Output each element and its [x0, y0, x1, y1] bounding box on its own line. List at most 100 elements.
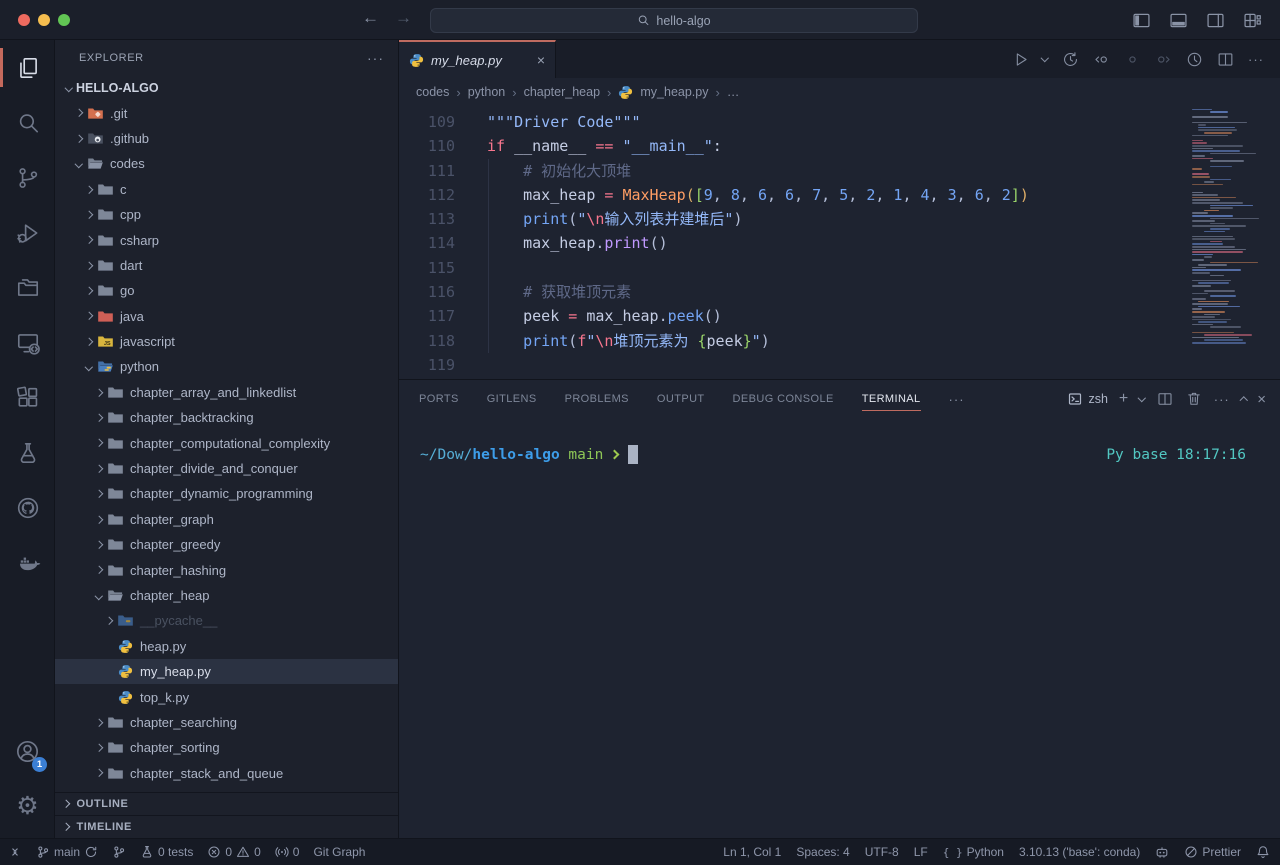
code-line-115[interactable]: 115	[399, 256, 1280, 280]
breadcrumb-item[interactable]: …	[727, 85, 740, 99]
statusbar-remote-indicator[interactable]	[8, 845, 22, 859]
tree-item-javascript[interactable]: JSjavascript	[55, 329, 398, 354]
activity-search-icon[interactable]	[0, 95, 55, 150]
tree-item-chapter-graph[interactable]: chapter_graph	[55, 507, 398, 532]
statusbar-eol[interactable]: LF	[914, 845, 928, 859]
close-window-button[interactable]	[18, 14, 30, 26]
chevron-right-icon[interactable]	[81, 339, 96, 345]
kill-terminal-icon[interactable]	[1185, 390, 1203, 408]
tree-item-heap-py[interactable]: heap.py	[55, 634, 398, 659]
tree-item-top-k-py[interactable]: top_k.py	[55, 684, 398, 709]
layout-sidebar-left-icon[interactable]	[1129, 8, 1153, 32]
chevron-right-icon[interactable]	[91, 567, 106, 573]
tree-item-dart[interactable]: dart	[55, 253, 398, 278]
terminal-shell-selector[interactable]: zsh	[1067, 391, 1107, 407]
chevron-right-icon[interactable]	[81, 288, 96, 294]
split-editor-icon[interactable]	[1213, 47, 1237, 71]
activity-docker-icon[interactable]	[0, 535, 55, 590]
minimize-window-button[interactable]	[38, 14, 50, 26]
chevron-right-icon[interactable]	[71, 110, 86, 116]
panel-tab-terminal[interactable]: TERMINAL	[862, 380, 921, 418]
tree-item-java[interactable]: java	[55, 304, 398, 329]
more-actions-icon[interactable]: ···	[1214, 392, 1230, 407]
close-panel-icon[interactable]: ×	[1257, 392, 1266, 407]
tree-item-chapter-sorting[interactable]: chapter_sorting	[55, 735, 398, 760]
tree-item-c[interactable]: c	[55, 177, 398, 202]
chevron-right-icon[interactable]	[91, 720, 106, 726]
tree-item-go[interactable]: go	[55, 278, 398, 303]
maximize-panel-icon[interactable]	[1241, 395, 1247, 404]
chevron-right-icon[interactable]	[101, 618, 116, 624]
breadcrumb-item[interactable]: my_heap.py	[640, 85, 708, 99]
tree-item-chapter-hashing[interactable]: chapter_hashing	[55, 557, 398, 582]
statusbar-prettier[interactable]: Prettier	[1184, 845, 1241, 859]
layout-panel-icon[interactable]	[1166, 8, 1190, 32]
tree-item-cpp[interactable]: cpp	[55, 202, 398, 227]
code-line-116[interactable]: 116 # 获取堆顶元素	[399, 280, 1280, 304]
tree-item--git[interactable]: .git	[55, 100, 398, 125]
code-line-118[interactable]: 118 print(f"\n堆顶元素为 {peek}")	[399, 329, 1280, 353]
statusbar-copilot[interactable]	[1155, 845, 1169, 859]
statusbar-git-graph-button[interactable]	[112, 845, 126, 859]
statusbar-python-interpreter[interactable]: 3.10.13 ('base': conda)	[1019, 845, 1140, 859]
chevron-down-icon[interactable]	[91, 593, 106, 599]
chevron-right-icon[interactable]	[91, 390, 106, 396]
statusbar-problems-status[interactable]: 00	[207, 845, 260, 859]
statusbar-ports-status[interactable]: 0	[275, 845, 300, 859]
tree-item-python[interactable]: python	[55, 354, 398, 379]
chevron-right-icon[interactable]	[91, 491, 106, 497]
activity-folders-icon[interactable]	[0, 260, 55, 315]
settings-button[interactable]: ⚙	[0, 779, 55, 834]
chevron-right-icon[interactable]	[81, 187, 96, 193]
tree-item-my-heap-py[interactable]: my_heap.py	[55, 659, 398, 684]
compare-icon[interactable]	[1120, 47, 1144, 71]
chevron-right-icon[interactable]	[91, 466, 106, 472]
chevron-right-icon[interactable]	[81, 237, 96, 243]
breadcrumb-item[interactable]: codes	[416, 85, 449, 99]
statusbar-git-graph-label[interactable]: Git Graph	[313, 845, 365, 859]
compare-prev-icon[interactable]	[1089, 47, 1113, 71]
tree-item-chapter-greedy[interactable]: chapter_greedy	[55, 532, 398, 557]
run-dropdown-icon[interactable]	[1039, 47, 1051, 71]
code-line-112[interactable]: 112 max_heap = MaxHeap([9, 8, 6, 6, 7, 5…	[399, 183, 1280, 207]
statusbar-indentation[interactable]: Spaces: 4	[796, 845, 849, 859]
run-icon[interactable]	[1008, 47, 1032, 71]
tree-item-chapter-heap[interactable]: chapter_heap	[55, 583, 398, 608]
activity-remote-explorer-icon[interactable]	[0, 315, 55, 370]
chevron-right-icon[interactable]	[81, 212, 96, 218]
activity-github-icon[interactable]	[0, 480, 55, 535]
layout-sidebar-right-icon[interactable]	[1203, 8, 1227, 32]
activity-source-control-icon[interactable]	[0, 150, 55, 205]
activity-testing-icon[interactable]	[0, 425, 55, 480]
tree-item-csharp[interactable]: csharp	[55, 227, 398, 252]
chevron-right-icon[interactable]	[91, 770, 106, 776]
tree-root-hello-algo[interactable]: HELLO-ALGO	[55, 75, 398, 100]
command-center-search[interactable]: hello-algo	[430, 8, 918, 33]
panel-tab-problems[interactable]: PROBLEMS	[565, 380, 629, 418]
statusbar-encoding[interactable]: UTF-8	[865, 845, 899, 859]
chevron-down-icon[interactable]	[71, 161, 86, 167]
more-actions-icon[interactable]: ···	[1244, 47, 1268, 71]
gitlens-clock-icon[interactable]	[1182, 47, 1206, 71]
new-terminal-icon[interactable]: +	[1119, 391, 1128, 407]
terminal[interactable]: ~/Dow/hello-algo main Py base 18:17:16	[399, 418, 1280, 838]
chevron-down-icon[interactable]	[81, 364, 96, 370]
statusbar-tests-status[interactable]: 0 tests	[140, 845, 193, 859]
tree-item-chapter-dynamic-programming[interactable]: chapter_dynamic_programming	[55, 481, 398, 506]
chevron-right-icon[interactable]	[91, 517, 106, 523]
split-terminal-icon[interactable]	[1156, 390, 1174, 408]
code-editor[interactable]: 109"""Driver Code"""110if __name__ == "_…	[399, 106, 1280, 379]
accounts-button[interactable]: 1	[0, 724, 55, 779]
chevron-right-icon[interactable]	[81, 313, 96, 319]
activity-run-and-debug-icon[interactable]	[0, 205, 55, 260]
minimap[interactable]	[1192, 106, 1270, 356]
chevron-right-icon[interactable]	[91, 440, 106, 446]
activity-explorer-icon[interactable]	[0, 40, 55, 95]
code-line-109[interactable]: 109"""Driver Code"""	[399, 110, 1280, 134]
statusbar-notifications[interactable]	[1256, 845, 1270, 859]
code-line-114[interactable]: 114 max_heap.print()	[399, 231, 1280, 255]
code-line-113[interactable]: 113 print("\n输入列表并建堆后")	[399, 207, 1280, 231]
chevron-right-icon[interactable]	[91, 415, 106, 421]
tab-my-heap[interactable]: my_heap.py ×	[399, 40, 556, 78]
tree-item-chapter-array-and-linkedlist[interactable]: chapter_array_and_linkedlist	[55, 380, 398, 405]
